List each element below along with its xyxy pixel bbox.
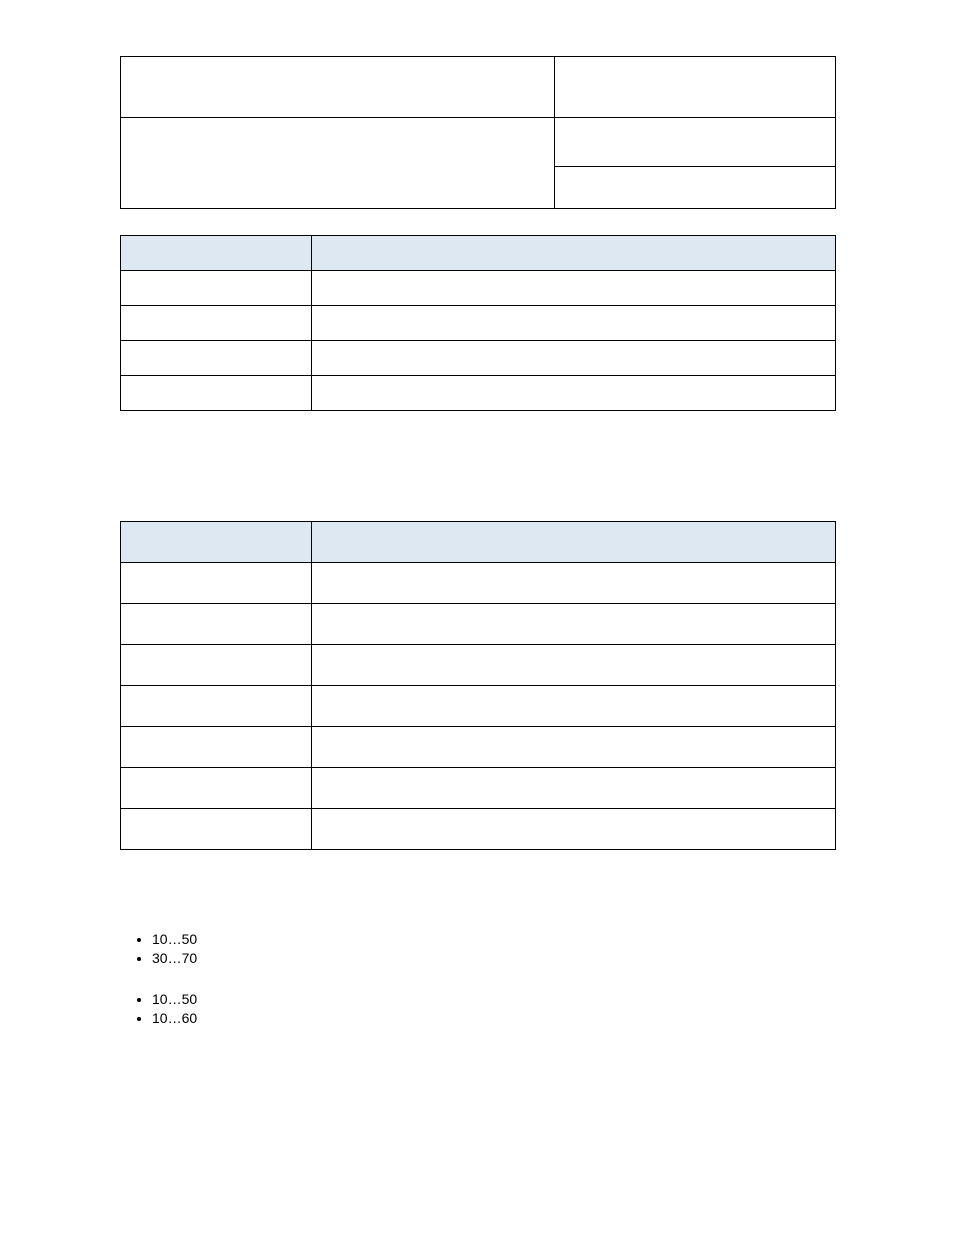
document-page: 10…50 30…70 10…50 10…60 xyxy=(0,0,954,1235)
table-2-cell-a xyxy=(121,271,312,305)
table-2-row xyxy=(121,376,835,410)
table-3-cell-b xyxy=(312,604,835,644)
list-item: 10…60 xyxy=(152,1009,834,1028)
table-2-cell-b xyxy=(312,341,835,375)
table-3-cell-a xyxy=(121,604,312,644)
list-block-1: 10…50 30…70 xyxy=(134,930,834,968)
table-3-cell-a xyxy=(121,686,312,726)
table-2-cell-b xyxy=(312,376,835,410)
table-1-cell-right-group xyxy=(555,118,835,208)
table-2-cell-a xyxy=(121,306,312,340)
table-3-cell-a xyxy=(121,645,312,685)
table-3-row xyxy=(121,768,835,809)
table-3-cell-a xyxy=(121,809,312,849)
table-3-cell-b xyxy=(312,727,835,767)
table-1-cell-left xyxy=(121,118,555,208)
table-3-cell-b xyxy=(312,768,835,808)
table-2-cell-a xyxy=(121,376,312,410)
list-item: 10…50 xyxy=(152,930,834,949)
table-1 xyxy=(120,56,836,209)
table-1-row xyxy=(121,57,835,118)
table-3 xyxy=(120,521,836,850)
table-2 xyxy=(120,235,836,411)
table-3-cell-a xyxy=(121,563,312,603)
table-3-row xyxy=(121,809,835,849)
table-3-row xyxy=(121,563,835,604)
table-1-cell-right-sub xyxy=(555,118,835,167)
table-3-row xyxy=(121,686,835,727)
table-3-cell-b xyxy=(312,686,835,726)
table-2-row xyxy=(121,271,835,306)
bullet-list: 10…50 30…70 xyxy=(134,930,834,968)
table-3-cell-b xyxy=(312,809,835,849)
table-2-row xyxy=(121,306,835,341)
table-3-cell-a xyxy=(121,768,312,808)
table-3-row xyxy=(121,645,835,686)
table-2-row xyxy=(121,341,835,376)
bullet-list: 10…50 10…60 xyxy=(134,990,834,1028)
table-1-cell-left xyxy=(121,57,555,118)
table-3-header-col-a xyxy=(121,522,312,562)
table-3-cell-b xyxy=(312,645,835,685)
lists-section: 10…50 30…70 10…50 10…60 xyxy=(134,930,834,1028)
table-1-cell-right-sub xyxy=(555,167,835,207)
table-3-header-col-b xyxy=(312,522,835,562)
table-1-row xyxy=(121,118,835,208)
table-2-cell-b xyxy=(312,306,835,340)
list-item: 30…70 xyxy=(152,949,834,968)
table-3-cell-b xyxy=(312,563,835,603)
table-3-row xyxy=(121,727,835,768)
table-2-cell-b xyxy=(312,271,835,305)
table-3-header xyxy=(121,522,835,563)
list-item: 10…50 xyxy=(152,990,834,1009)
table-2-header xyxy=(121,236,835,271)
table-3-cell-a xyxy=(121,727,312,767)
list-block-2: 10…50 10…60 xyxy=(134,990,834,1028)
table-3-row xyxy=(121,604,835,645)
table-2-header-col-b xyxy=(312,236,835,270)
table-1-cell-right xyxy=(555,57,835,118)
table-2-header-col-a xyxy=(121,236,312,270)
table-2-cell-a xyxy=(121,341,312,375)
